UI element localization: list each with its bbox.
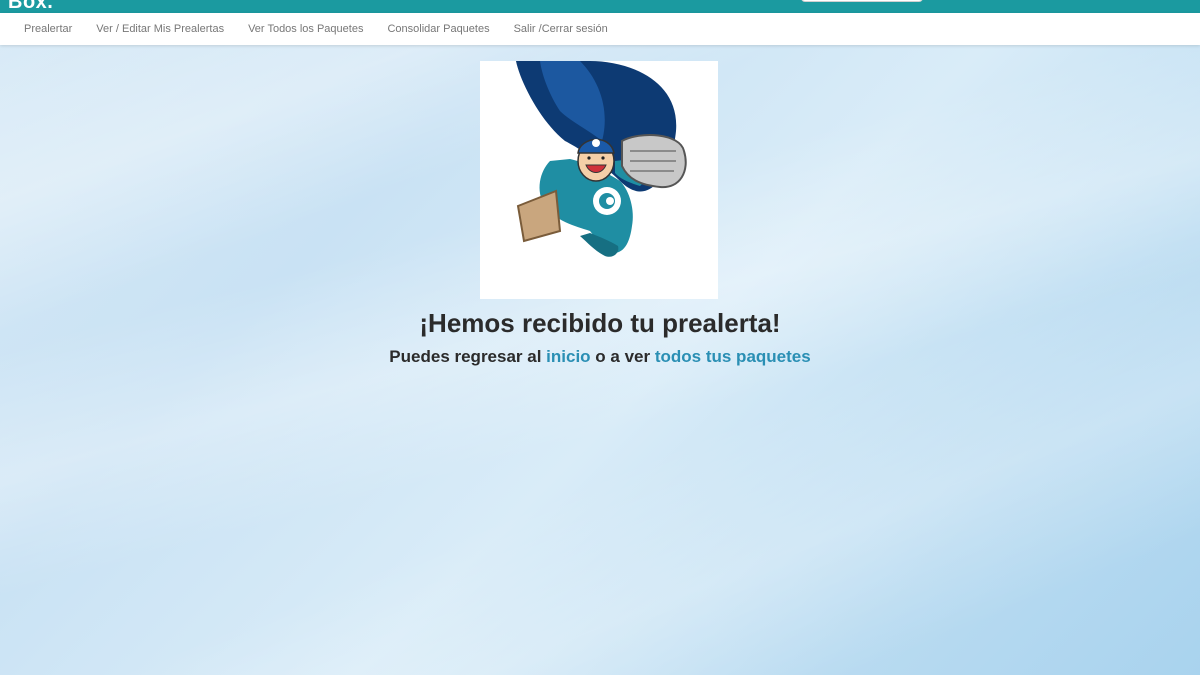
nav-item-logout[interactable]: Salir /Cerrar sesión [502,23,620,35]
superhero-mascot-icon [480,61,718,299]
page-title: ¡Hemos recibido tu prealerta! [419,308,781,338]
return-text-middle: o a ver [590,347,655,366]
mascot-illustration [516,61,687,257]
logo[interactable]: Box. [8,0,53,13]
all-packages-link[interactable]: todos tus paquetes [655,347,811,366]
return-text-prefix: Puedes regresar al [389,347,547,366]
nav-item-prealertar[interactable]: Prealertar [12,23,84,35]
main-navbar: Prealertar Ver / Editar Mis Prealertas V… [0,13,1200,45]
top-header-bar: Box. [0,0,1200,13]
return-message: Puedes regresar al inicio o a ver todos … [0,347,1200,367]
nav-list: Prealertar Ver / Editar Mis Prealertas V… [0,13,1200,45]
home-link[interactable]: inicio [546,347,590,366]
nav-item-edit-prealerts[interactable]: Ver / Editar Mis Prealertas [84,23,236,35]
nav-item-consolidate[interactable]: Consolidar Paquetes [375,23,501,35]
header-search-field[interactable] [801,0,923,2]
nav-item-all-packages[interactable]: Ver Todos los Paquetes [236,23,375,35]
